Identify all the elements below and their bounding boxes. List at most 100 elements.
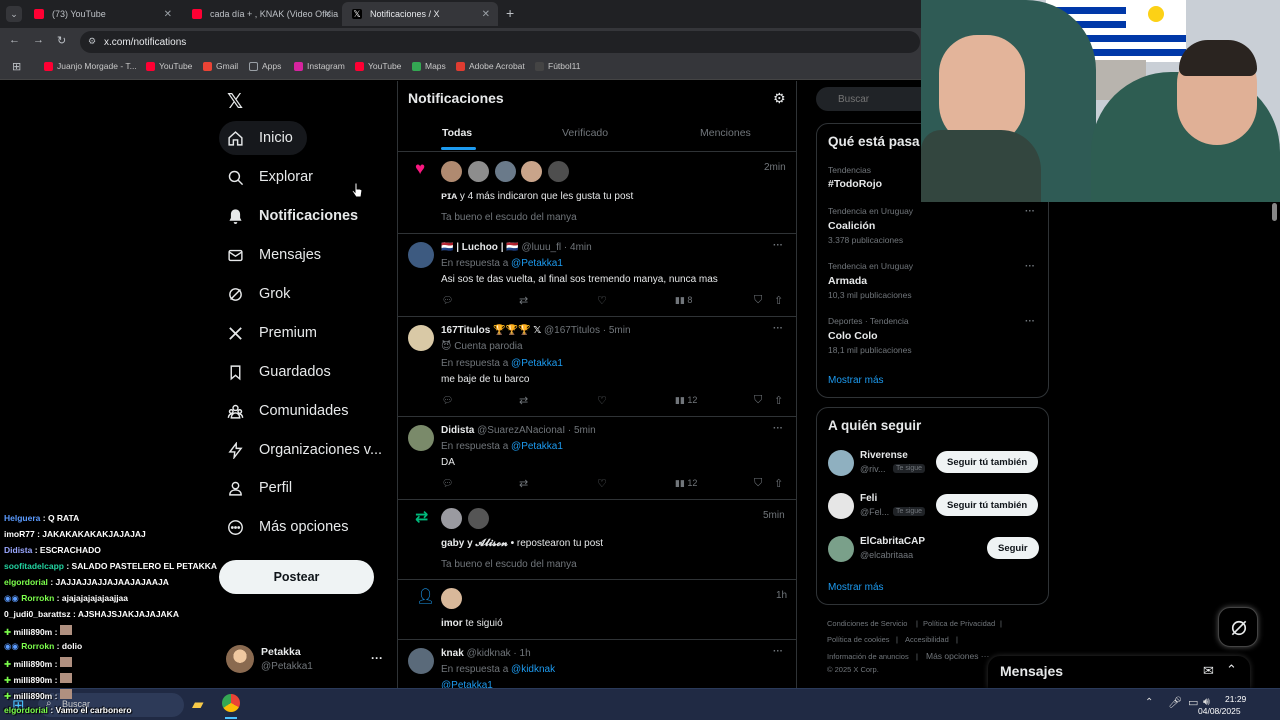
repost-icon[interactable]: ⇄ xyxy=(519,294,528,307)
sidebar-item-grok[interactable]: Grok xyxy=(219,277,304,311)
chrome-icon[interactable] xyxy=(222,694,240,712)
sidebar-item-explorar[interactable]: Explorar xyxy=(219,160,327,194)
footer-terms[interactable]: Condiciones de Servicio xyxy=(827,619,907,628)
follow-back-button[interactable]: Seguir tú también xyxy=(936,494,1039,516)
share-icon[interactable]: ⇧ xyxy=(774,477,783,490)
apps-grid-icon[interactable]: ⊞ xyxy=(12,60,21,73)
more-icon[interactable]: ··· xyxy=(773,323,783,334)
bookmark-item[interactable]: YouTube xyxy=(146,61,192,71)
share-icon[interactable]: ⇧ xyxy=(774,294,783,307)
browser-tab-notificaciones[interactable]: 𝕏 Notificaciones / X ✕ xyxy=(342,2,498,26)
microphone-icon[interactable]: 🎤︎ xyxy=(1168,696,1182,709)
back-icon[interactable]: ← xyxy=(9,34,20,46)
post-button[interactable]: Postear xyxy=(219,560,374,594)
tab-search-dropdown-icon[interactable]: ⌄ xyxy=(6,6,22,22)
bookmark-item[interactable]: YouTube xyxy=(355,61,401,71)
views-icon[interactable]: ▮▮ 8 xyxy=(675,295,692,306)
avatar[interactable] xyxy=(408,242,434,268)
footer-cookies[interactable]: Política de cookies xyxy=(827,635,890,644)
repost-icon[interactable]: ⇄ xyxy=(519,394,528,407)
close-tab-icon[interactable]: ✕ xyxy=(164,9,172,20)
chevron-up-icon[interactable]: ⌃ xyxy=(1226,662,1237,678)
grok-floating-button[interactable] xyxy=(1218,607,1258,647)
avatar[interactable] xyxy=(408,325,434,351)
show-more-link[interactable]: Mostrar más xyxy=(828,375,884,386)
sidebar-item-comunidades[interactable]: Comunidades xyxy=(219,394,362,428)
url-input[interactable]: ⚙ x.com/notifications xyxy=(80,31,920,53)
sidebar-item-premium[interactable]: Premium xyxy=(219,316,331,350)
close-tab-icon[interactable]: ✕ xyxy=(324,9,332,20)
forward-icon[interactable]: → xyxy=(33,34,44,46)
more-icon[interactable]: ··· xyxy=(773,423,783,434)
bookmark-item[interactable]: Adobe Acrobat xyxy=(456,61,525,71)
bookmark-icon[interactable]: ⛉ xyxy=(754,394,762,407)
site-info-icon[interactable]: ⚙ xyxy=(88,36,96,47)
footer-accessibility[interactable]: Accesibilidad xyxy=(905,635,949,644)
sidebar-item-mensajes[interactable]: Mensajes xyxy=(219,238,335,272)
sidebar-item-mas-opciones[interactable]: Más opciones xyxy=(219,510,362,544)
new-tab-icon[interactable]: + xyxy=(506,5,514,21)
views-icon[interactable]: ▮▮ 12 xyxy=(675,395,697,406)
tray-chevron-up-icon[interactable]: ⌃ xyxy=(1145,697,1153,708)
notification-reply[interactable]: 167Titulos 🏆🏆🏆 𝕏 @167Titulos · 5min ··· … xyxy=(398,316,796,416)
sidebar-item-notificaciones[interactable]: Notificaciones xyxy=(219,199,372,233)
bookmark-item[interactable]: Instagram xyxy=(294,61,345,71)
share-icon[interactable]: ⇧ xyxy=(774,394,783,407)
more-icon[interactable]: ··· xyxy=(1025,261,1035,272)
bookmark-item[interactable]: Juanjo Morgade - T... xyxy=(44,61,137,71)
more-icon[interactable]: ··· xyxy=(1025,316,1035,327)
account-switcher[interactable]: Petakka @Petakka1 ··· xyxy=(226,643,386,675)
notification-reply[interactable]: 🇳🇱 | Luchoo | 🇳🇱 @luuu_fl · 4min ··· En … xyxy=(398,233,796,316)
like-icon[interactable]: ♡ xyxy=(597,394,607,407)
sidebar-item-guardados[interactable]: Guardados xyxy=(219,355,345,389)
bookmark-item[interactable]: Fútbol11 xyxy=(535,61,580,71)
like-icon[interactable]: ♡ xyxy=(597,477,607,490)
notification-follow[interactable]: 👤︎ 1h imor te siguió xyxy=(398,579,796,639)
views-icon[interactable]: ▮▮ 12 xyxy=(675,478,697,489)
browser-tab-knak[interactable]: cada día + , KNAK (Video Oficia ✕ xyxy=(182,2,340,26)
bookmark-icon[interactable]: ⛉ xyxy=(754,477,762,490)
network-icon[interactable]: ▭ xyxy=(1188,696,1198,709)
reply-icon[interactable]: 💬︎ xyxy=(442,478,453,489)
settings-gear-icon[interactable]: ⚙ xyxy=(773,90,786,107)
bookmark-item[interactable]: Maps xyxy=(412,61,446,71)
more-icon[interactable]: ··· xyxy=(371,651,383,665)
follow-button[interactable]: Seguir xyxy=(987,537,1039,559)
x-logo-icon[interactable]: 𝕏 xyxy=(227,89,243,114)
more-icon[interactable]: ··· xyxy=(773,646,783,657)
notification-reply[interactable]: Didista @SuarezANacionaI · 5min ··· En r… xyxy=(398,416,796,499)
tab-verificado[interactable]: Verificado xyxy=(562,127,608,139)
show-more-link[interactable]: Mostrar más xyxy=(828,582,884,593)
sidebar-item-organizaciones[interactable]: Organizaciones v... xyxy=(219,433,396,467)
page-scrollbar[interactable] xyxy=(1272,203,1277,221)
close-tab-icon[interactable]: ✕ xyxy=(482,9,490,20)
like-icon[interactable]: ♡ xyxy=(597,294,607,307)
reply-icon[interactable]: 💬︎ xyxy=(442,295,453,306)
notification-repost[interactable]: ⇄ 5min gaby y 𝓐𝓵𝓲𝓼𝓸𝓷 • repostearon tu po… xyxy=(398,499,796,579)
more-icon[interactable]: ··· xyxy=(1025,206,1035,217)
sidebar-item-perfil[interactable]: Perfil xyxy=(219,471,306,505)
bookmark-item[interactable]: Apps xyxy=(249,61,281,71)
tab-menciones[interactable]: Menciones xyxy=(700,127,751,139)
tab-todas[interactable]: Todas xyxy=(442,127,472,139)
new-message-icon[interactable]: ✉ xyxy=(1203,663,1214,679)
browser-tab-youtube[interactable]: (73) YouTube ✕ xyxy=(24,2,180,26)
messages-drawer[interactable]: Mensajes ✉ ⌃ xyxy=(988,656,1250,688)
repost-icon[interactable]: ⇄ xyxy=(519,477,528,490)
reload-icon[interactable]: ↻ xyxy=(57,34,66,47)
file-explorer-icon[interactable]: ▰ xyxy=(192,695,204,713)
more-icon[interactable]: ··· xyxy=(773,240,783,251)
notification-like[interactable]: ♥ 2min ᴘɪᴀ y 4 más indicaron que les gus… xyxy=(398,151,796,233)
footer-privacy[interactable]: Política de Privacidad xyxy=(923,619,995,628)
avatar[interactable] xyxy=(408,425,434,451)
bookmark-item[interactable]: Gmail xyxy=(203,61,238,71)
footer-ads-info[interactable]: Información de anuncios xyxy=(827,652,909,661)
avatar[interactable] xyxy=(408,648,434,674)
reply-context-mention[interactable]: @Petakka1 xyxy=(441,680,493,688)
reply-icon[interactable]: 💬︎ xyxy=(442,395,453,406)
sidebar-item-inicio[interactable]: Inicio xyxy=(219,121,307,155)
bookmark-icon[interactable]: ⛉ xyxy=(754,294,762,307)
follow-back-button[interactable]: Seguir tú también xyxy=(936,451,1039,473)
footer-more-options[interactable]: Más opciones ··· xyxy=(926,651,989,661)
notification-reply[interactable]: knak @kidknak · 1h ··· En respuesta a @k… xyxy=(398,639,796,688)
